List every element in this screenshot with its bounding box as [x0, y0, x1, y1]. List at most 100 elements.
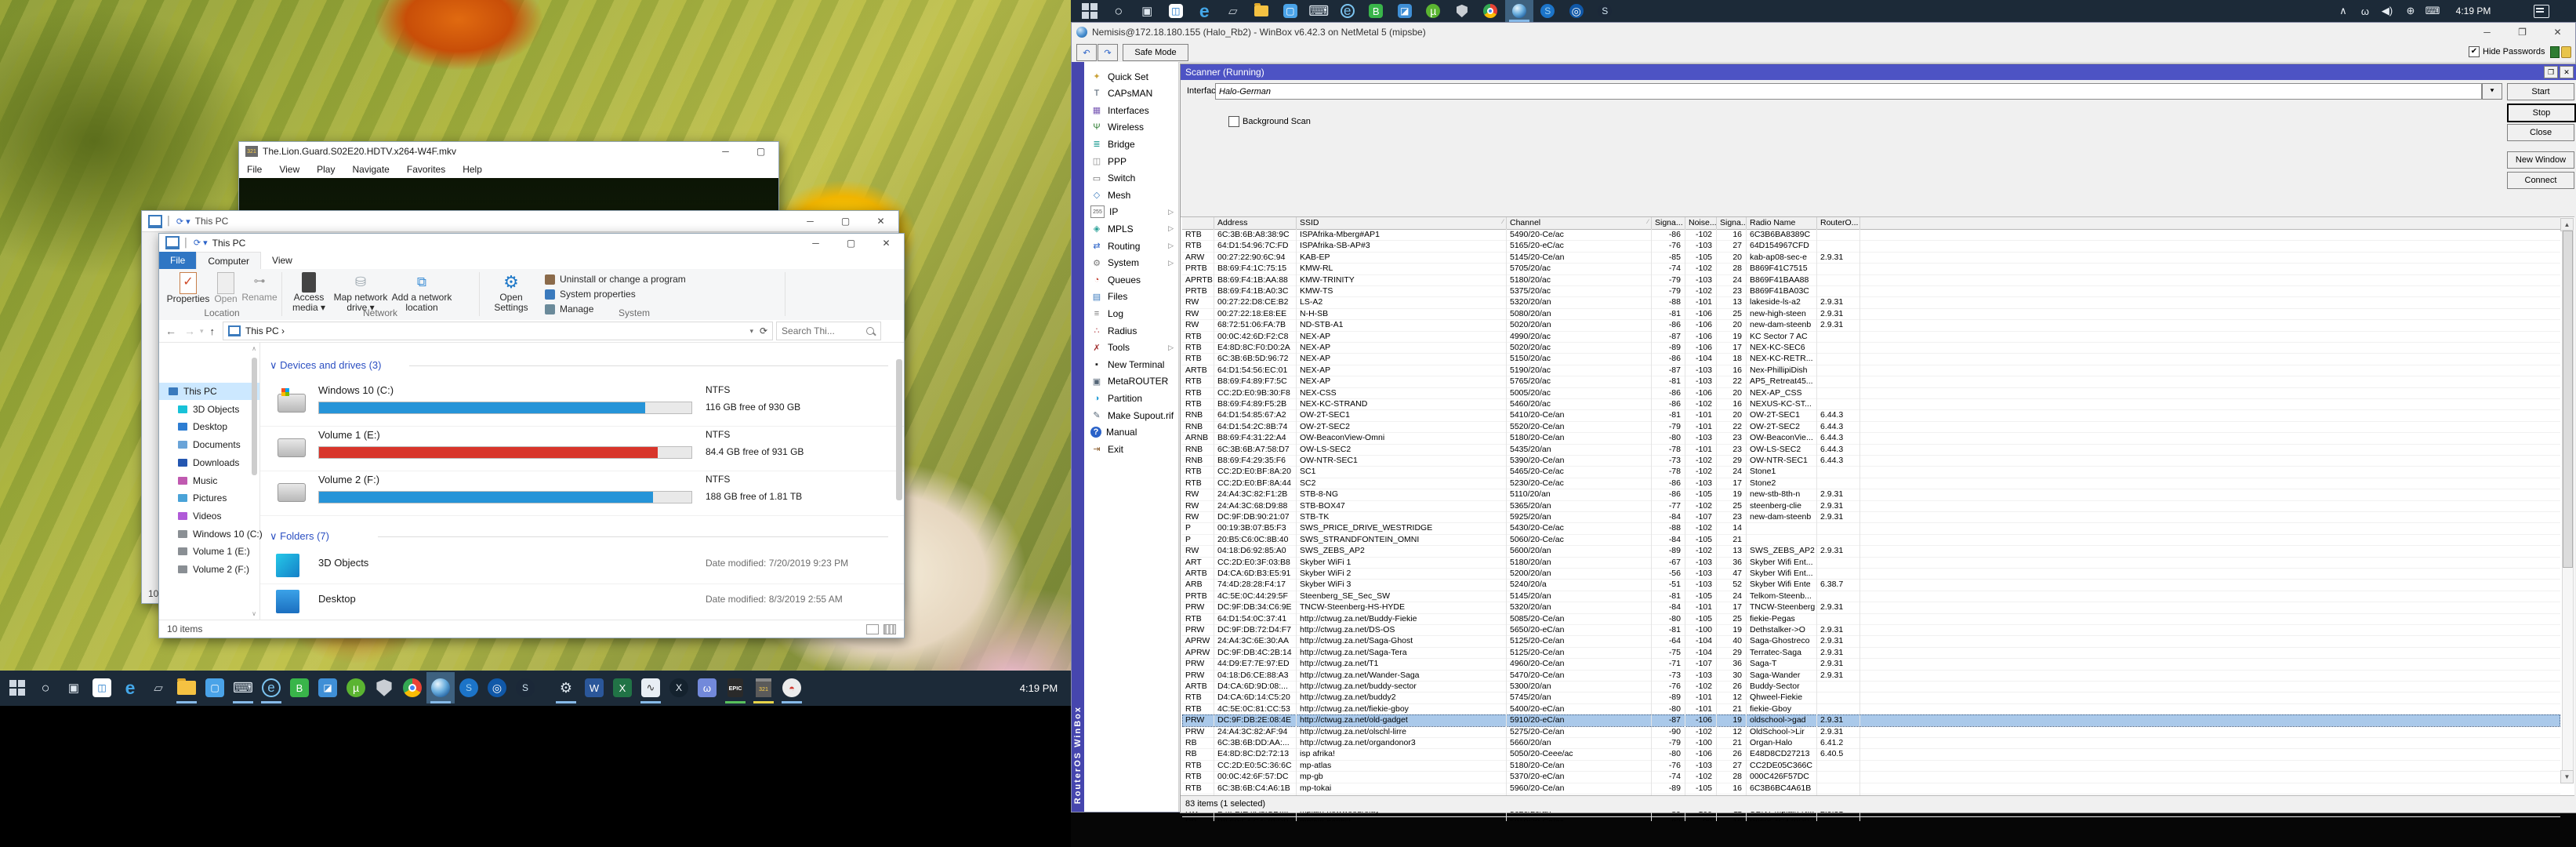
taskbar-icon-target-app[interactable]: ◎: [1562, 0, 1591, 22]
col-header-channel[interactable]: Channel∕: [1507, 217, 1652, 229]
redo-button[interactable]: ↷: [1098, 44, 1118, 61]
scanner-titlebar[interactable]: Scanner (Running) ❐ ✕: [1181, 64, 2576, 80]
table-row-nex-ap[interactable]: RTBB8:69:F4:89:F7:5CNEX-AP5765/20/ac-81-…: [1182, 376, 2560, 387]
taskbar-icon-steam[interactable]: S: [511, 672, 539, 703]
tab-file[interactable]: File: [159, 252, 196, 269]
taskbar-icon-settings[interactable]: ⚙: [552, 672, 580, 703]
taskbar-icon-word[interactable]: W: [580, 672, 608, 703]
table-row-kmw-trinity[interactable]: APRTBB8:69:F4:1B:AA:88KMW-TRINITY5180/20…: [1182, 274, 2560, 286]
table-row-stb-box47[interactable]: RW24:A4:3C:68:D9:88STB-BOX475365/20/an-7…: [1182, 500, 2560, 512]
properties-button[interactable]: ✓ Properties: [165, 272, 211, 304]
table-row-ispafrika-mberg-ap1[interactable]: RTB6C:3B:6B:A8:38:9CISPAfrika-Mberg#AP15…: [1182, 229, 2560, 241]
ribbon-item-uninstall-or-change-a-program[interactable]: Uninstall or change a program: [545, 272, 780, 286]
sidebar-item-capsman[interactable]: TCAPsMAN: [1084, 85, 1178, 102]
taskbar-icon-winbox[interactable]: [426, 672, 455, 703]
interface-dropdown-button[interactable]: ⯆: [2482, 83, 2502, 100]
view-list-icon[interactable]: [866, 624, 879, 634]
table-row-nex-kc-strand[interactable]: RTBB8:69:F4:89:F5:2BNEX-KC-STRAND5460/20…: [1182, 398, 2560, 410]
tray-discord-icon[interactable]: ω: [2355, 0, 2375, 22]
table-row-ispafrika-sb-ap-3[interactable]: RTB64:D1:54:96:7C:FDISPAfrika-SB-AP#3516…: [1182, 240, 2560, 252]
undo-button[interactable]: ↶: [1076, 44, 1097, 61]
interface-field[interactable]: Halo-German: [1215, 83, 2482, 100]
nav-scroll-up[interactable]: ∧: [250, 344, 258, 353]
table-row-stb-tk[interactable]: RWDC:9F:DB:90:21:07STB-TK5925/20/an-84-1…: [1182, 511, 2560, 523]
taskbar-icon-start[interactable]: [3, 672, 31, 703]
taskbar-icon-start[interactable]: [1076, 0, 1105, 22]
ribbon-item-system-properties[interactable]: System properties: [545, 287, 780, 301]
tray-volume-icon[interactable]: ◀): [2377, 0, 2397, 22]
winbox-minimize-button[interactable]: ─: [2469, 23, 2505, 42]
table-row-tncw-steenberg-hs-hyde[interactable]: PRWDC:9F:DB:34:C6:9ETNCW-Steenberg-HS-HY…: [1182, 602, 2560, 613]
table-row-mplain-penhill[interactable]: RBB8:69:F4:C4:78:DBmplain-penhill5810/20…: [1182, 816, 2560, 821]
new-window-button[interactable]: New Window: [2507, 151, 2574, 169]
table-row-ow-ntr-sec1[interactable]: RNBB8:69:F4:29:35:F6OW-NTR-SEC15390/20-C…: [1182, 455, 2560, 467]
sidebar-item-3d-objects[interactable]: 3D Objects: [159, 401, 259, 418]
table-row-n-h-sb[interactable]: RW00:27:22:18:E8:EEN-H-SB5080/20/an-81-1…: [1182, 308, 2560, 320]
table-row-nex-ap[interactable]: RTB00:0C:42:6D:F2:C8NEX-AP4990/20/ac-87-…: [1182, 331, 2560, 343]
table-row-kmw-ts[interactable]: PRTBB8:69:F4:1B:A0:3CKMW-TS5375/20/ac-79…: [1182, 285, 2560, 297]
sidebar-item-quick-set[interactable]: ✦Quick Set: [1084, 68, 1178, 85]
col-header-address[interactable]: Address: [1214, 217, 1297, 229]
table-row-ow-2t-sec1[interactable]: RNB64:D1:54:85:67:A2OW-2T-SEC15410/20-Ce…: [1182, 409, 2560, 421]
table-row-nex-ap[interactable]: RTB6C:3B:6B:5D:96:72NEX-AP5150/20/ac-86-…: [1182, 353, 2560, 365]
open-button[interactable]: Open: [211, 272, 241, 304]
sidebar-item-interfaces[interactable]: ▦Interfaces: [1084, 102, 1178, 118]
content-scrollbar[interactable]: [896, 359, 902, 500]
mpc-maximize-button[interactable]: ▢: [743, 142, 778, 161]
table-row-isp-afrika[interactable]: RBE4:8D:8C:D2:72:13isp afrika!5050/20-Ce…: [1182, 748, 2560, 760]
taskbar-icon-search-app[interactable]: ▢: [201, 672, 229, 703]
drive-row-volume-2-f[interactable]: Volume 2 (F:)NTFS188 GB free of 1.81 TB: [260, 472, 904, 516]
sidebar-item-wireless[interactable]: ΨWireless: [1084, 119, 1178, 136]
folder-row-3d-objects[interactable]: 3D ObjectsDate modified: 7/20/2019 9:23 …: [260, 549, 904, 584]
taskbar-icon-x-app[interactable]: X: [665, 672, 693, 703]
taskbar-icon-cortana[interactable]: ○: [31, 672, 60, 703]
refresh-icon[interactable]: ⟳: [760, 325, 767, 336]
table-row-http-ctwug-za-net-buddy-sector[interactable]: ARTBD4:CA:6D:9D:08:...http://ctwug.za.ne…: [1182, 681, 2560, 693]
folder-row-desktop[interactable]: DesktopDate modified: 8/3/2019 2:55 AM: [260, 585, 904, 620]
table-row-nex-ap[interactable]: ARTB64:D1:54:56:EC:01NEX-AP5190/20/ac-87…: [1182, 365, 2560, 376]
taskbar-icon-winbox[interactable]: [1505, 0, 1534, 22]
sidebar-item-queues[interactable]: ◔Queues: [1084, 271, 1178, 288]
taskbar-icon-edge[interactable]: e: [116, 672, 144, 703]
col-header-flags[interactable]: [1182, 217, 1214, 229]
sidebar-item-bridge[interactable]: ≣Bridge: [1084, 136, 1178, 152]
table-row-mp-gb[interactable]: RTB00:0C:42:6F:57:DCmp-gb5370/20-eC/an-7…: [1182, 771, 2560, 783]
taskbar-icon-epic-games[interactable]: EPIC: [721, 672, 749, 703]
taskbar-icon-perf-monitor[interactable]: ∿: [637, 672, 665, 703]
right-taskbar-clock[interactable]: 4:19 PM: [2447, 0, 2499, 22]
back-button[interactable]: ←: [165, 325, 176, 337]
taskbar-icon-utorrent[interactable]: µ: [342, 672, 370, 703]
sidebar-item-pictures[interactable]: Pictures: [159, 489, 259, 507]
table-row-ow-beaconview-omni[interactable]: ARNBB8:69:F4:31:22:A4OW-BeaconView-Omni5…: [1182, 432, 2560, 444]
quick-access-toolbar-icon[interactable]: ⟳ ▾: [176, 216, 190, 227]
taskbar-icon-edge[interactable]: e: [1190, 0, 1219, 22]
nav-scroll-down[interactable]: ∨: [250, 609, 258, 618]
taskbar-icon-file-explorer[interactable]: [172, 672, 201, 703]
explorer-maximize-button[interactable]: ▢: [833, 234, 869, 252]
back-maximize-button[interactable]: ▢: [828, 211, 863, 231]
taskbar-icon-task-view[interactable]: ▣: [60, 672, 88, 703]
col-header-routero[interactable]: RouterO...: [1817, 217, 1860, 229]
safe-mode-button[interactable]: Safe Mode: [1123, 44, 1188, 61]
search-box[interactable]: Search Thi...: [776, 322, 881, 340]
table-row-http-ctwug-za-net-old-gadget[interactable]: PRWDC:9F:DB:2E:08:4Ehttp://ctwug.za.net/…: [1182, 714, 2560, 726]
taskbar-icon-chrome[interactable]: [398, 672, 426, 703]
table-row-mp-atlas[interactable]: RTBCC:2D:E0:5C:36:6Cmp-atlas5180/20-Ce/a…: [1182, 760, 2560, 772]
background-scan-checkbox[interactable]: [1228, 116, 1239, 127]
taskbar-icon-bittorrent[interactable]: B: [285, 672, 314, 703]
sidebar-item-mesh[interactable]: ◇Mesh: [1084, 187, 1178, 203]
nav-scrollbar[interactable]: [252, 358, 257, 475]
view-thumbnails-icon[interactable]: [883, 624, 896, 634]
mpc-menu-file[interactable]: File: [247, 164, 262, 175]
sidebar-item-windows-10-c[interactable]: Windows 10 (C:): [159, 525, 259, 543]
connect-button[interactable]: Connect: [2507, 172, 2574, 189]
taskbar-icon-utorrent[interactable]: µ: [1419, 0, 1448, 22]
media-player-titlebar[interactable]: 321 The.Lion.Guard.S02E20.HDTV.x264-W4F.…: [239, 142, 778, 161]
taskbar-icon-internet-explorer[interactable]: e: [1333, 0, 1362, 22]
winbox-close-button[interactable]: ✕: [2540, 23, 2575, 42]
table-row-http-ctwug-za-net-buddy-fiekie[interactable]: RTB64:D1:54:0C:37:41http://ctwug.za.net/…: [1182, 613, 2560, 625]
col-header-signa[interactable]: Signa...: [1717, 217, 1747, 229]
table-row-nd-stb-a1[interactable]: RW68:72:51:06:FA:7BND-STB-A15020/20/an-8…: [1182, 319, 2560, 331]
taskbar-icon-steam[interactable]: S: [1591, 0, 1620, 22]
sidebar-item-downloads[interactable]: Downloads: [159, 454, 259, 471]
